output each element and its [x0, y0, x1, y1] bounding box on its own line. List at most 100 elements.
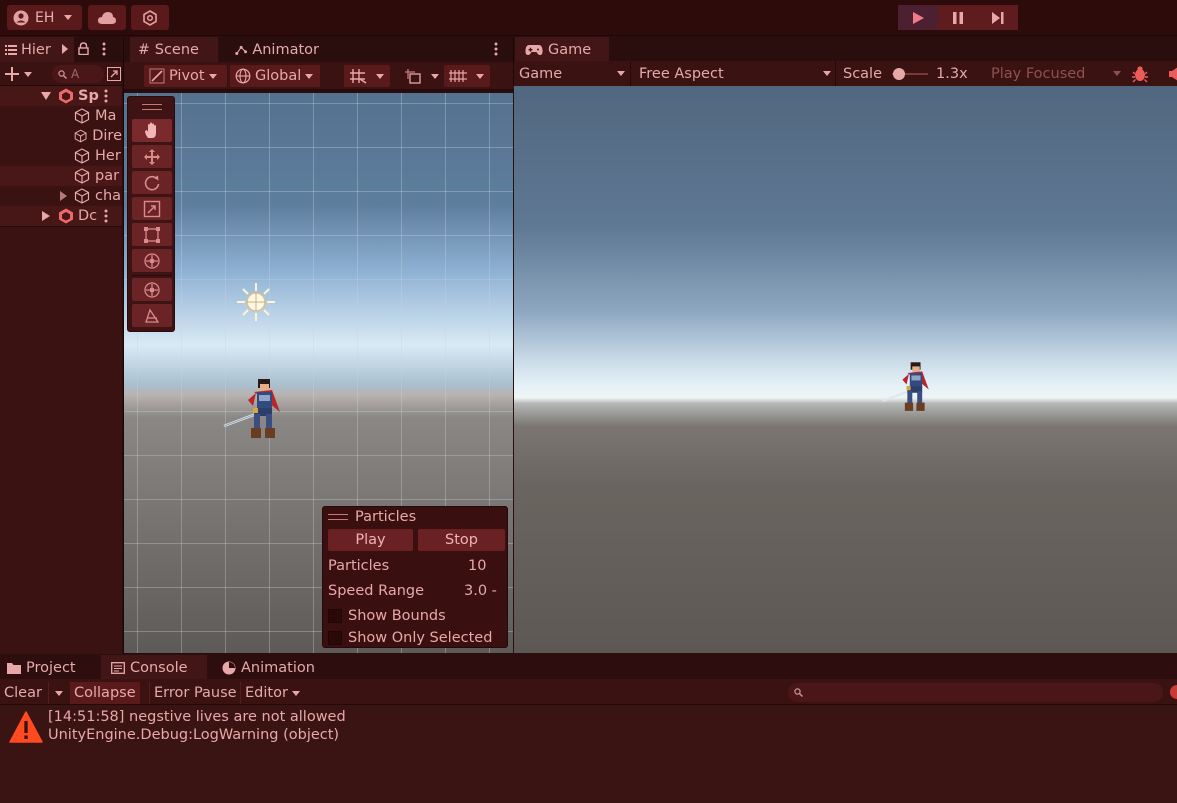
pause-button[interactable]	[938, 5, 978, 30]
scale-slider-thumb[interactable]	[893, 67, 906, 80]
display-dropdown[interactable]: Game	[519, 63, 625, 84]
tab-console[interactable]: Console	[101, 655, 207, 680]
hierarchy-item-label: Her	[95, 148, 121, 164]
global-dropdown[interactable]: Global	[230, 65, 320, 87]
hierarchy-item-label: Dire	[92, 128, 122, 144]
rotate-tool-button[interactable]	[132, 171, 172, 194]
kebab-menu-icon[interactable]	[104, 89, 108, 103]
account-dropdown[interactable]: EH	[7, 5, 82, 30]
hero-sprite[interactable]	[222, 378, 290, 440]
error-pause-toggle[interactable]: Error Pause	[149, 682, 241, 704]
particles-header[interactable]: Particles	[328, 508, 416, 525]
unity-scene-icon	[59, 88, 73, 104]
hierarchy-row[interactable]: Dire	[0, 126, 122, 146]
hierarchy-item-label: Ma	[95, 108, 117, 124]
chevron-down-icon	[305, 73, 314, 79]
chevron-down-icon	[291, 690, 300, 696]
tab-game[interactable]: Game	[515, 37, 609, 62]
transform-tool-button[interactable]	[132, 249, 172, 272]
clear-options-dropdown[interactable]	[48, 682, 68, 704]
chevron-down-icon	[476, 73, 484, 79]
audio-mute-icon[interactable]	[1169, 66, 1177, 82]
grid-visibility-dropdown[interactable]	[444, 65, 490, 87]
hierarchy-tab-label: Hier	[21, 41, 51, 58]
play-focused-dropdown[interactable]: Play Focused	[991, 63, 1121, 84]
search-icon	[58, 69, 67, 79]
grid-icon: #	[138, 41, 150, 58]
hierarchy-row-selected[interactable]: par	[0, 166, 122, 186]
tab-animation[interactable]: Animation	[214, 655, 324, 680]
particle-editor-icon	[145, 308, 160, 323]
move-tool-button[interactable]	[132, 145, 172, 168]
collapse-toggle[interactable]: Collapse	[70, 682, 140, 704]
hierarchy-search-placeholder: A	[71, 67, 80, 81]
pivot-label: Pivot	[169, 68, 205, 84]
hierarchy-row-scene-dc[interactable]: Dc	[0, 206, 122, 226]
tab-animator[interactable]: Animator	[227, 37, 327, 62]
show-only-selected-checkbox[interactable]	[328, 631, 342, 645]
game-viewport[interactable]	[514, 86, 1177, 653]
rotate-icon	[144, 175, 160, 190]
globe-icon	[235, 68, 251, 84]
tab-project[interactable]: Project	[0, 655, 90, 680]
particle-tool-button[interactable]	[132, 304, 172, 327]
show-bounds-checkbox[interactable]	[328, 609, 342, 623]
hierarchy-row[interactable]: Ma	[0, 106, 122, 126]
expand-icon[interactable]	[107, 67, 121, 81]
show-only-selected-row[interactable]: Show Only Selected	[328, 627, 502, 649]
clear-button[interactable]: Clear	[0, 682, 46, 704]
expand-arrow-icon[interactable]	[41, 92, 51, 100]
hierarchy-row[interactable]: Her	[0, 146, 122, 166]
scale-control: Scale 1.3x	[843, 63, 983, 84]
chevron-down-icon	[64, 15, 73, 20]
aspect-dropdown[interactable]: Free Aspect	[639, 63, 831, 84]
custom-transform-icon	[144, 281, 160, 298]
tab-scene[interactable]: # Scene	[130, 37, 218, 62]
create-button[interactable]	[5, 65, 39, 83]
hierarchy-row[interactable]: cha	[0, 186, 122, 206]
expand-arrow-icon[interactable]	[42, 211, 50, 221]
show-only-selected-label: Show Only Selected	[348, 630, 493, 646]
grid-snap-dropdown[interactable]	[344, 65, 390, 87]
play-particles-button[interactable]: Play	[328, 529, 413, 551]
stop-particles-button[interactable]: Stop	[418, 529, 505, 551]
console-panel: Project Console Animation Clear Collapse…	[0, 655, 1177, 803]
list-icon	[5, 44, 17, 55]
bug-icon[interactable]	[1131, 65, 1149, 83]
console-log-entry[interactable]: [14:51:58] negstive lives are not allowe…	[0, 707, 1177, 747]
error-count-badge[interactable]	[1170, 685, 1177, 699]
rect-tool-button[interactable]	[132, 223, 172, 246]
particles-overlay: Particles Play Stop Particles 10 Speed R…	[322, 506, 508, 648]
kebab-menu-icon[interactable]	[494, 42, 498, 56]
step-icon	[992, 11, 1004, 24]
expand-arrow-icon[interactable]	[60, 191, 67, 201]
cloud-icon	[98, 11, 116, 24]
scale-value: 1.3x	[936, 65, 968, 82]
step-button[interactable]	[978, 5, 1018, 30]
custom-tool-button[interactable]	[132, 278, 172, 301]
pivot-dropdown[interactable]: Pivot	[144, 65, 227, 87]
collab-button[interactable]	[131, 5, 169, 30]
chevron-right-icon[interactable]	[61, 44, 69, 54]
hierarchy-search[interactable]: A	[52, 65, 104, 83]
editor-dropdown[interactable]: Editor	[240, 682, 304, 704]
show-bounds-row[interactable]: Show Bounds	[328, 605, 502, 627]
snap-increment-dropdown[interactable]	[399, 65, 445, 87]
scale-icon	[143, 200, 161, 217]
hand-tool-button[interactable]	[132, 119, 172, 142]
lock-icon[interactable]	[78, 42, 89, 55]
cloud-button[interactable]	[88, 5, 126, 30]
scale-tool-button[interactable]	[132, 197, 172, 220]
scale-slider[interactable]	[892, 67, 929, 80]
hierarchy-row-scene-sp[interactable]: Sp	[0, 86, 122, 106]
console-search[interactable]	[788, 683, 1163, 702]
palette-drag-handle[interactable]	[142, 104, 162, 110]
drag-handle-icon	[328, 513, 348, 520]
kebab-menu-icon[interactable]	[102, 42, 106, 56]
console-tab-label: Console	[130, 659, 188, 676]
play-button[interactable]	[898, 5, 938, 30]
directional-light-gizmo[interactable]	[235, 281, 277, 323]
kebab-menu-icon[interactable]	[104, 209, 108, 223]
log-message-line2: UnityEngine.Debug:LogWarning (object)	[48, 727, 340, 743]
gamepad-icon	[525, 44, 543, 55]
